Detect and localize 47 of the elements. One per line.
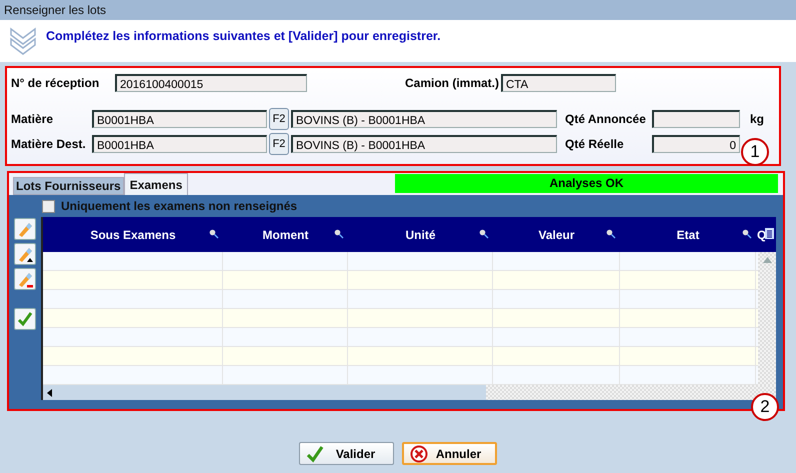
tab[interactable]: Lots Fournisseurs [13, 177, 124, 195]
check-button[interactable] [14, 308, 36, 330]
search-icon[interactable] [742, 229, 752, 239]
quantity-field[interactable] [652, 110, 740, 128]
column-header[interactable]: Sous Examens [43, 217, 223, 252]
status-banner: Analyses OK [395, 174, 778, 192]
instruction-text: Complétez les informations suivantes et [Valider] pour enregistrer. [46, 29, 441, 43]
field-label: Matière [11, 112, 54, 126]
material-description-field[interactable]: BOVINS (B) - B0001HBA [291, 134, 557, 152]
scroll-left-arrow-icon[interactable] [47, 388, 52, 396]
window-title: Renseigner les lots [0, 0, 796, 20]
unit-label: kg [750, 112, 764, 126]
column-header[interactable]: Moment [223, 217, 348, 252]
truck-field[interactable]: CTA [501, 74, 616, 92]
chevron-icon [8, 25, 38, 57]
callout-badge: 1 [741, 138, 769, 166]
quantity-field[interactable]: 0 [652, 134, 740, 152]
field-label: Qté Annoncée [565, 112, 647, 126]
cancel-icon [410, 444, 428, 462]
search-icon[interactable] [479, 229, 489, 239]
callout-badge: 2 [751, 393, 779, 421]
material-code-field[interactable]: B0001HBA [92, 134, 267, 152]
reception-number-field[interactable]: 2016100400015 [115, 74, 307, 92]
vertical-scrollbar[interactable] [758, 252, 776, 385]
material-description-field[interactable]: BOVINS (B) - B0001HBA [291, 110, 557, 128]
checkbox-label: Uniquement les examens non renseignés [61, 199, 298, 213]
column-header[interactable]: Unité [348, 217, 493, 252]
column-header[interactable]: Etat [620, 217, 756, 252]
field-label: Matière Dest. [11, 136, 87, 150]
lookup-button[interactable]: F2 [269, 132, 289, 154]
field-label: N° de réception [11, 76, 100, 90]
search-icon[interactable] [209, 229, 219, 239]
checkbox[interactable] [42, 200, 55, 212]
field-label: Qté Réelle [565, 136, 625, 150]
lookup-button[interactable]: F2 [269, 108, 289, 130]
checkmark-icon [306, 444, 324, 462]
pencil-button[interactable] [14, 243, 36, 265]
tab[interactable]: Examens [124, 173, 188, 195]
field-label: Camion (immat.) [404, 76, 499, 90]
search-icon[interactable] [606, 229, 616, 239]
search-icon[interactable] [334, 229, 344, 239]
cancel-button[interactable]: Annuler [402, 442, 497, 465]
material-code-field[interactable]: B0001HBA [92, 110, 267, 128]
column-header[interactable]: Valeur [493, 217, 620, 252]
horizontal-scrollbar[interactable] [43, 385, 776, 400]
column-chooser-icon[interactable] [765, 228, 774, 239]
validate-button[interactable]: Valider [299, 442, 394, 465]
